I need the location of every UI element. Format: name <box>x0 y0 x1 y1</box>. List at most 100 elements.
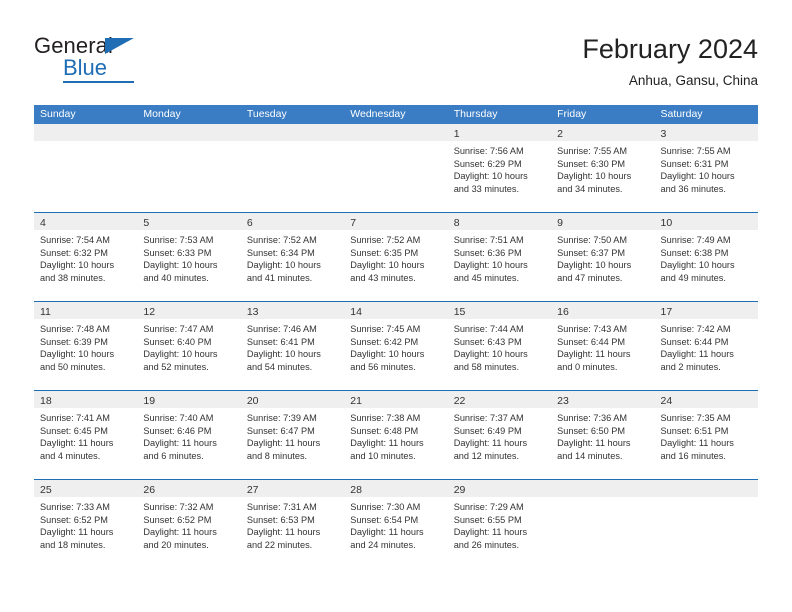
day-detail-line: Sunset: 6:33 PM <box>143 247 212 258</box>
title-block: February 2024 Anhua, Gansu, China <box>582 33 758 91</box>
day-detail-line: Sunrise: 7:50 AM <box>557 235 628 245</box>
day-number-band: 4 <box>34 213 138 230</box>
day-detail-text: Sunrise: 7:55 AM Sunset: 6:30 PM Daylight:… <box>551 141 654 195</box>
day-detail-text: Sunrise: 7:45 AM Sunset: 6:42 PM Daylight:… <box>344 319 447 373</box>
day-detail-line: Daylight: 10 hours <box>660 260 735 271</box>
day-detail-line: Sunset: 6:49 PM <box>453 425 522 436</box>
day-cell-8[interactable]: 8 Sunrise: 7:51 AM Sunset: 6:36 PM Daylight… <box>447 213 552 301</box>
day-detail-line: and 34 minutes. <box>557 183 623 194</box>
day-cell-17[interactable]: 17 Sunrise: 7:42 AM Sunset: 6:44 PM Dayligh… <box>654 302 758 390</box>
day-cell-27[interactable]: 27 Sunrise: 7:31 AM Sunset: 6:53 PM Dayligh… <box>240 480 345 568</box>
day-number-band: 14 <box>344 302 448 319</box>
day-number-band <box>240 124 345 141</box>
day-detail-text: Sunrise: 7:32 AM Sunset: 6:52 PM Daylight:… <box>137 497 240 551</box>
day-detail-line: Daylight: 10 hours <box>143 349 218 360</box>
day-cell-23[interactable]: 23 Sunrise: 7:36 AM Sunset: 6:50 PM Dayligh… <box>551 391 655 479</box>
day-cell-6[interactable]: 6 Sunrise: 7:52 AM Sunset: 6:34 PM Daylight… <box>240 213 345 301</box>
calendar-week-row: 4 Sunrise: 7:54 AM Sunset: 6:32 PM Daylight… <box>34 212 758 301</box>
day-detail-line: Sunrise: 7:37 AM <box>453 413 524 423</box>
day-detail-text: Sunrise: 7:50 AM Sunset: 6:37 PM Daylight:… <box>551 230 654 284</box>
day-number: 7 <box>350 217 357 229</box>
day-cell-12[interactable]: 12 Sunrise: 7:47 AM Sunset: 6:40 PM Dayligh… <box>137 302 241 390</box>
day-detail-line: Sunset: 6:53 PM <box>246 514 315 525</box>
day-cell-13[interactable]: 13 Sunrise: 7:46 AM Sunset: 6:41 PM Dayligh… <box>240 302 345 390</box>
day-detail-line: and 20 minutes. <box>143 539 209 550</box>
day-cell-4[interactable]: 4 Sunrise: 7:54 AM Sunset: 6:32 PM Daylight… <box>34 213 138 301</box>
day-detail-line: Sunset: 6:52 PM <box>143 514 212 525</box>
day-cell-21[interactable]: 21 Sunrise: 7:38 AM Sunset: 6:48 PM Dayligh… <box>344 391 448 479</box>
day-number-band: 3 <box>654 124 758 141</box>
day-detail-line: Sunset: 6:48 PM <box>350 425 419 436</box>
day-detail-line: Daylight: 10 hours <box>350 260 425 271</box>
day-cell-20[interactable]: 20 Sunrise: 7:39 AM Sunset: 6:47 PM Dayligh… <box>240 391 345 479</box>
day-number: 9 <box>557 217 563 229</box>
day-number: 2 <box>557 128 563 140</box>
day-detail-line: Sunset: 6:38 PM <box>660 247 729 258</box>
day-detail-line: Daylight: 11 hours <box>453 527 528 538</box>
day-detail-line: and 10 minutes. <box>350 450 416 461</box>
day-detail-line: Sunrise: 7:33 AM <box>40 502 110 512</box>
day-detail-text: Sunrise: 7:54 AM Sunset: 6:32 PM Daylight:… <box>34 230 137 284</box>
day-detail-line: and 2 minutes. <box>660 361 721 372</box>
day-cell-26[interactable]: 26 Sunrise: 7:32 AM Sunset: 6:52 PM Dayligh… <box>137 480 241 568</box>
day-detail-line: Daylight: 10 hours <box>246 349 321 360</box>
day-cell-28[interactable]: 28 Sunrise: 7:30 AM Sunset: 6:54 PM Dayligh… <box>344 480 448 568</box>
day-detail-line: Sunset: 6:51 PM <box>660 425 729 436</box>
day-detail-line: and 50 minutes. <box>40 361 106 372</box>
day-detail-line: Daylight: 11 hours <box>660 349 734 360</box>
calendar-week-row: 1 Sunrise: 7:56 AM Sunset: 6:29 PM Daylight… <box>34 124 758 212</box>
day-detail-text: Sunrise: 7:52 AM Sunset: 6:34 PM Daylight:… <box>241 230 344 284</box>
day-detail-line: Sunrise: 7:55 AM <box>557 146 628 156</box>
day-cell-22[interactable]: 22 Sunrise: 7:37 AM Sunset: 6:49 PM Dayligh… <box>447 391 552 479</box>
day-detail-line: Daylight: 10 hours <box>453 349 528 360</box>
day-cell-29[interactable]: 29 Sunrise: 7:29 AM Sunset: 6:55 PM Dayligh… <box>447 480 552 568</box>
day-detail-text: Sunrise: 7:53 AM Sunset: 6:33 PM Daylight:… <box>137 230 240 284</box>
day-cell-16[interactable]: 16 Sunrise: 7:43 AM Sunset: 6:44 PM Dayligh… <box>551 302 655 390</box>
day-detail-text: Sunrise: 7:36 AM Sunset: 6:50 PM Daylight:… <box>551 408 654 462</box>
day-cell-15[interactable]: 15 Sunrise: 7:44 AM Sunset: 6:43 PM Dayligh… <box>447 302 552 390</box>
day-number: 13 <box>246 306 259 318</box>
day-cell-11[interactable]: 11 Sunrise: 7:48 AM Sunset: 6:39 PM Dayligh… <box>34 302 138 390</box>
calendar-grid: Sunday Monday Tuesday Wednesday Thursday Frid… <box>34 105 758 568</box>
day-cell-3[interactable]: 3 Sunrise: 7:55 AM Sunset: 6:31 PM Daylight… <box>654 124 758 212</box>
calendar-week-row: 25 Sunrise: 7:33 AM Sunset: 6:52 PM Dayligh… <box>34 479 758 568</box>
day-detail-line: Daylight: 11 hours <box>143 527 217 538</box>
day-number: 1 <box>453 128 460 140</box>
day-detail-line: Sunrise: 7:38 AM <box>350 413 421 423</box>
day-number: 20 <box>246 395 259 407</box>
day-cell-10[interactable]: 10 Sunrise: 7:49 AM Sunset: 6:38 PM Dayligh… <box>654 213 758 301</box>
day-cell-19[interactable]: 19 Sunrise: 7:40 AM Sunset: 6:46 PM Dayligh… <box>137 391 241 479</box>
day-number-band: 26 <box>137 480 241 497</box>
day-cell-14[interactable]: 14 Sunrise: 7:45 AM Sunset: 6:42 PM Dayligh… <box>344 302 448 390</box>
day-cell-empty <box>654 480 758 568</box>
page-header: General Blue February 2024 Anhua, Gansu,… <box>34 33 758 95</box>
day-number-band: 15 <box>447 302 552 319</box>
day-cell-7[interactable]: 7 Sunrise: 7:52 AM Sunset: 6:35 PM Daylight… <box>344 213 448 301</box>
day-cell-1[interactable]: 1 Sunrise: 7:56 AM Sunset: 6:29 PM Daylight… <box>447 124 552 212</box>
day-cell-9[interactable]: 9 Sunrise: 7:50 AM Sunset: 6:37 PM Daylight… <box>551 213 655 301</box>
day-cell-18[interactable]: 18 Sunrise: 7:41 AM Sunset: 6:45 PM Dayligh… <box>34 391 138 479</box>
day-detail-line: Daylight: 10 hours <box>40 349 115 360</box>
day-detail-line: Sunset: 6:30 PM <box>557 158 626 169</box>
day-detail-line: Daylight: 11 hours <box>40 438 114 449</box>
day-cell-25[interactable]: 25 Sunrise: 7:33 AM Sunset: 6:52 PM Dayligh… <box>34 480 138 568</box>
general-blue-logo[interactable]: General Blue <box>34 33 164 85</box>
day-detail-line: Sunrise: 7:42 AM <box>660 324 731 334</box>
day-cell-24[interactable]: 24 Sunrise: 7:35 AM Sunset: 6:51 PM Dayligh… <box>654 391 758 479</box>
day-detail-text: Sunrise: 7:30 AM Sunset: 6:54 PM Daylight:… <box>344 497 447 551</box>
day-detail-line: Daylight: 10 hours <box>453 171 528 182</box>
day-detail-line: Sunrise: 7:41 AM <box>40 413 110 423</box>
day-number: 23 <box>557 395 569 407</box>
day-number-band: 8 <box>447 213 552 230</box>
day-detail-line: Daylight: 11 hours <box>350 438 424 449</box>
day-number: 6 <box>246 217 253 229</box>
day-detail-line: Sunset: 6:32 PM <box>40 247 108 258</box>
day-cell-5[interactable]: 5 Sunrise: 7:53 AM Sunset: 6:33 PM Daylight… <box>137 213 241 301</box>
day-cell-empty <box>34 124 138 212</box>
day-cell-2[interactable]: 2 Sunrise: 7:55 AM Sunset: 6:30 PM Daylight… <box>551 124 655 212</box>
day-detail-line: and 38 minutes. <box>40 272 106 283</box>
day-detail-line: Daylight: 11 hours <box>557 438 631 449</box>
day-detail-line: Sunrise: 7:48 AM <box>40 324 110 334</box>
day-number-band: 17 <box>654 302 758 319</box>
day-detail-line: Daylight: 10 hours <box>40 260 115 271</box>
